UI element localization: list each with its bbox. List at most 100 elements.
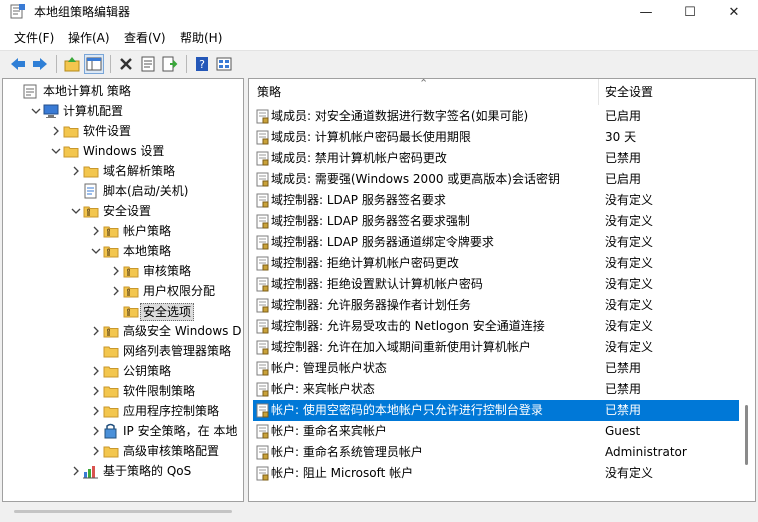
tree-item[interactable]: 高级审核策略配置	[3, 441, 243, 461]
tree-item[interactable]: 软件限制策略	[3, 381, 243, 401]
tree-item-label: 高级审核策略配置	[123, 444, 220, 458]
scrollbar-thumb[interactable]	[14, 510, 232, 513]
policy-tree[interactable]: 本地计算机 策略 计算机配置 软件设置 Windows 设置域名解析策略脚本(启动/关…	[2, 78, 244, 502]
policy-row[interactable]: 域成员: 需要强(Windows 2000 或更高版本)会话密钥 已启用	[253, 169, 739, 190]
chevron-down-icon[interactable]	[91, 245, 101, 257]
policy-setting-icon	[256, 424, 270, 439]
policy-setting-icon	[256, 130, 270, 145]
chevron-right-icon[interactable]	[91, 365, 101, 377]
policy-row[interactable]: 域控制器: 允许在加入域期间重新使用计算机帐户 没有定义	[253, 337, 739, 358]
policy-row[interactable]: 帐户: 重命名来宾帐户 Guest	[253, 421, 739, 442]
policy-value: 没有定义	[605, 319, 654, 333]
column-header-policy[interactable]: 策略	[257, 79, 281, 105]
menu-action[interactable]: 操作(A)	[68, 29, 110, 46]
maximize-button[interactable]: ☐	[668, 0, 712, 24]
folder-icon	[63, 123, 79, 139]
script-icon	[83, 183, 99, 199]
policy-row[interactable]: 域控制器: LDAP 服务器通道绑定令牌要求 没有定义	[253, 232, 739, 253]
tree-item[interactable]: 应用程序控制策略	[3, 401, 243, 421]
show-hide-tree-icon[interactable]	[84, 54, 104, 74]
tree-item[interactable]: 高级安全 Windows D	[3, 321, 243, 341]
policy-value: Guest	[605, 424, 641, 438]
delete-icon[interactable]	[116, 54, 136, 74]
tree-item[interactable]: 基于策略的 QoS	[3, 461, 243, 481]
tree-item[interactable]: 用户权限分配	[3, 281, 243, 301]
chevron-down-icon[interactable]	[51, 145, 61, 157]
tree-item[interactable]: 本地计算机 策略	[3, 81, 243, 101]
chevron-right-icon[interactable]	[111, 285, 121, 297]
chevron-right-icon[interactable]	[71, 165, 81, 177]
tree-item-label: 脚本(启动/关机)	[103, 184, 189, 198]
chevron-down-icon[interactable]	[71, 205, 81, 217]
policy-row[interactable]: 域控制器: 允许服务器操作者计划任务 没有定义	[253, 295, 739, 316]
tree-item[interactable]: 安全设置	[3, 201, 243, 221]
tree-item[interactable]: 帐户策略	[3, 221, 243, 241]
minimize-button[interactable]: —	[624, 0, 668, 24]
tree-item[interactable]: IP 安全策略，在 本地	[3, 421, 243, 441]
computer-icon	[43, 103, 59, 119]
tree-item-label: 基于策略的 QoS	[103, 464, 192, 478]
view-icon[interactable]	[214, 54, 234, 74]
column-divider[interactable]	[598, 79, 599, 105]
tree-item[interactable]: Windows 设置	[3, 141, 243, 161]
folder-icon	[83, 163, 99, 179]
help-icon[interactable]: ?	[192, 54, 212, 74]
tree-item[interactable]: 网络列表管理器策略	[3, 341, 243, 361]
qos-chart-icon	[83, 463, 99, 479]
back-icon[interactable]	[8, 54, 28, 74]
policy-setting-icon	[256, 109, 270, 124]
policy-row[interactable]: 域控制器: 允许易受攻击的 Netlogon 安全通道连接 没有定义	[253, 316, 739, 337]
chevron-right-icon[interactable]	[91, 325, 101, 337]
policy-setting-icon	[256, 277, 270, 292]
policy-row[interactable]: 帐户: 重命名系统管理员帐户 Administrator	[253, 442, 739, 463]
export-icon[interactable]	[160, 54, 180, 74]
column-header-setting[interactable]: 安全设置	[605, 79, 653, 105]
policy-setting-icon	[256, 193, 270, 208]
chevron-right-icon[interactable]	[91, 425, 101, 437]
policy-row[interactable]: 帐户: 阻止 Microsoft 帐户 没有定义	[253, 463, 739, 484]
policy-setting-icon	[256, 445, 270, 460]
policy-row[interactable]: 域控制器: LDAP 服务器签名要求 没有定义	[253, 190, 739, 211]
tree-item[interactable]: 安全选项	[3, 301, 243, 321]
policy-row[interactable]: 域控制器: LDAP 服务器签名要求强制 没有定义	[253, 211, 739, 232]
policy-row[interactable]: 域控制器: 拒绝设置默认计算机帐户密码 没有定义	[253, 274, 739, 295]
tree-item-label: Windows 设置	[83, 144, 165, 158]
tree-horizontal-scrollbar[interactable]	[2, 503, 244, 520]
sort-indicator-icon: ⌃	[419, 78, 429, 90]
policy-row[interactable]: 帐户: 来宾帐户状态 已禁用	[253, 379, 739, 400]
chevron-down-icon[interactable]	[31, 105, 41, 117]
menu-view[interactable]: 查看(V)	[124, 29, 166, 46]
policy-name: 域成员: 需要强(Windows 2000 或更高版本)会话密钥	[271, 172, 560, 186]
folder-icon	[103, 403, 119, 419]
tree-item[interactable]: 公钥策略	[3, 361, 243, 381]
menu-file[interactable]: 文件(F)	[14, 29, 54, 46]
chevron-right-icon[interactable]	[91, 385, 101, 397]
close-button[interactable]: ✕	[712, 0, 756, 24]
tree-item[interactable]: 域名解析策略	[3, 161, 243, 181]
chevron-right-icon[interactable]	[91, 225, 101, 237]
tree-item[interactable]: 计算机配置	[3, 101, 243, 121]
policy-row[interactable]: 域成员: 禁用计算机帐户密码更改 已禁用	[253, 148, 739, 169]
forward-icon[interactable]	[30, 54, 50, 74]
tree-item[interactable]: 审核策略	[3, 261, 243, 281]
chevron-right-icon[interactable]	[91, 445, 101, 457]
tree-item[interactable]: 软件设置	[3, 121, 243, 141]
up-icon[interactable]	[62, 54, 82, 74]
folder-icon	[63, 143, 79, 159]
policy-row[interactable]: 域成员: 计算机帐户密码最长使用期限 30 天	[253, 127, 739, 148]
security-folder-icon	[123, 283, 139, 299]
policy-row[interactable]: 帐户: 管理员帐户状态 已禁用	[253, 358, 739, 379]
policy-row[interactable]: 域控制器: 拒绝计算机帐户密码更改 没有定义	[253, 253, 739, 274]
chevron-right-icon[interactable]	[91, 405, 101, 417]
folder-icon	[103, 343, 119, 359]
chevron-right-icon[interactable]	[111, 265, 121, 277]
policy-row[interactable]: 域成员: 对安全通道数据进行数字签名(如果可能) 已启用	[253, 106, 739, 127]
properties-icon[interactable]	[138, 54, 158, 74]
policy-row[interactable]: 帐户: 使用空密码的本地帐户只允许进行控制台登录 已禁用	[253, 400, 739, 421]
tree-item[interactable]: 脚本(启动/关机)	[3, 181, 243, 201]
chevron-right-icon[interactable]	[51, 125, 61, 137]
tree-item[interactable]: 本地策略	[3, 241, 243, 261]
menu-help[interactable]: 帮助(H)	[180, 29, 222, 46]
chevron-right-icon[interactable]	[71, 465, 81, 477]
list-scrollbar-thumb[interactable]	[745, 405, 748, 465]
